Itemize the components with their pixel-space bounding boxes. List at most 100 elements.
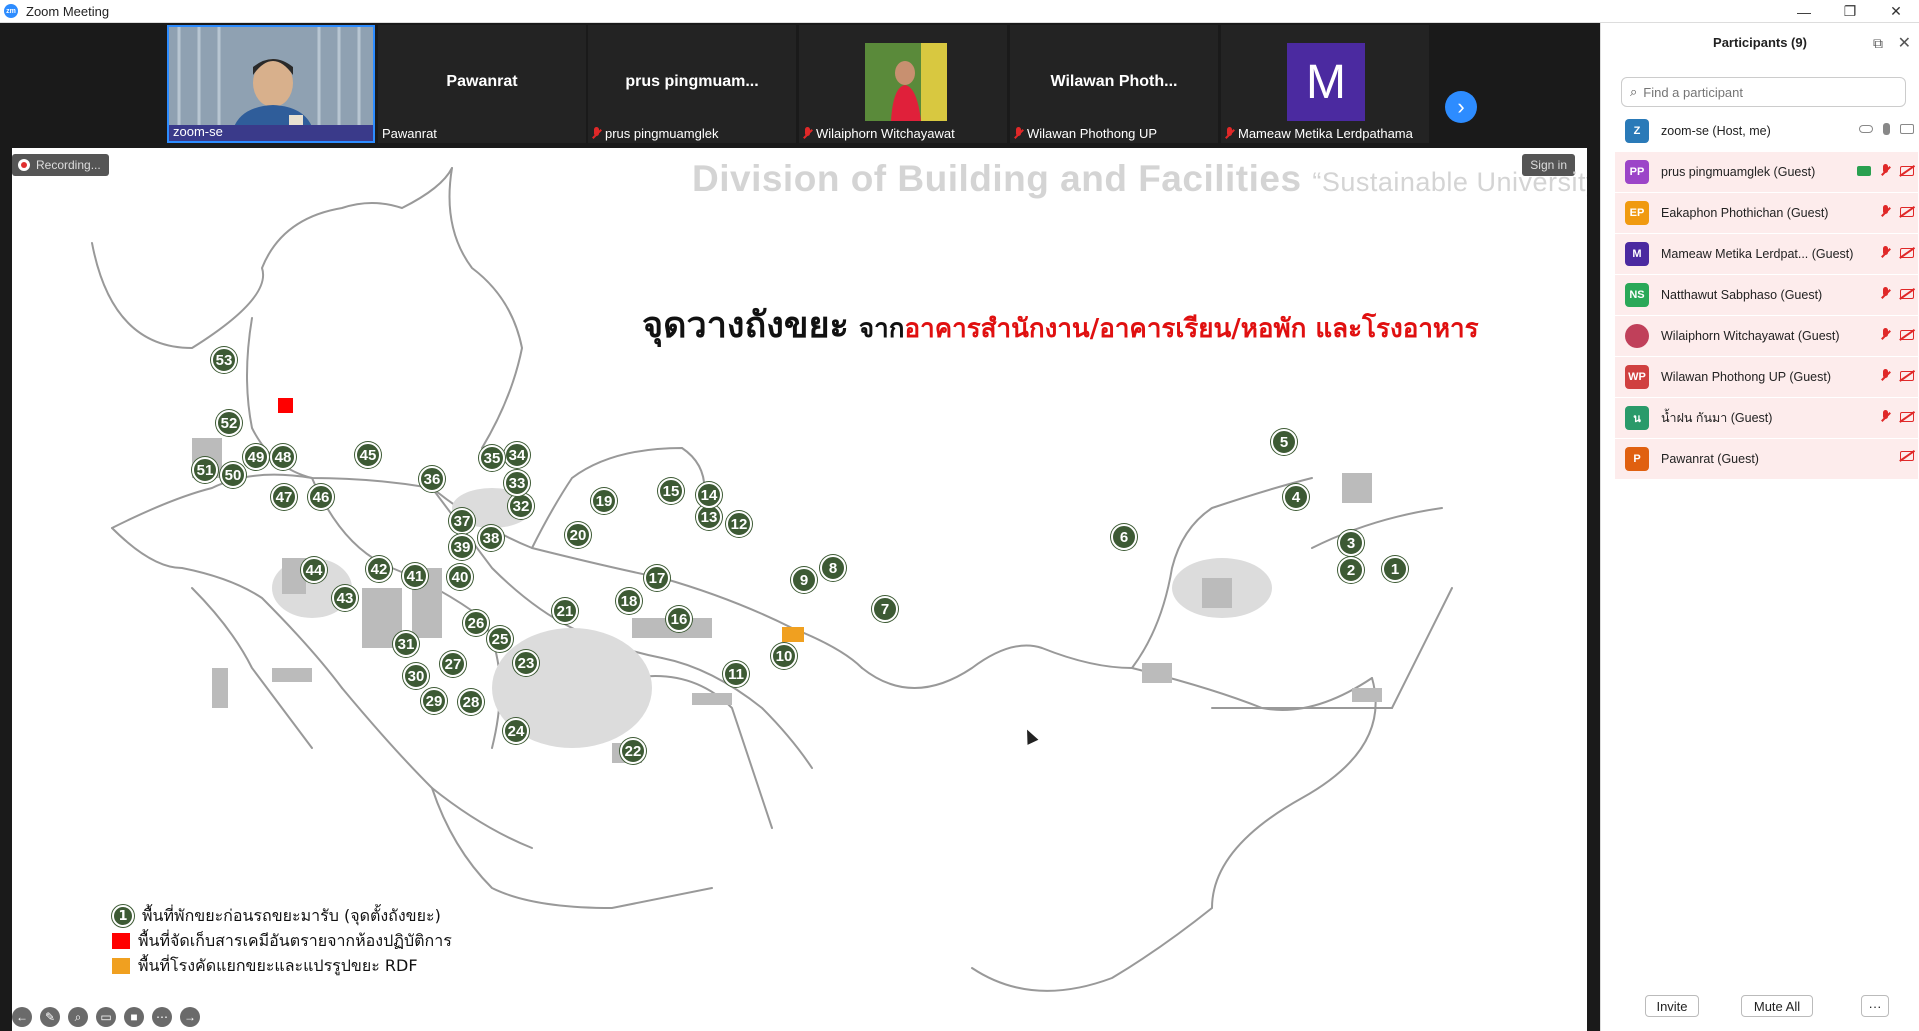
participants-panel: Participants (9) ⧉ ✕ ⌕ Z zoom-se (Host, … <box>1600 23 1919 1031</box>
tile-label: zoom-se <box>173 124 223 139</box>
restore-button[interactable]: ❐ <box>1827 0 1873 23</box>
mic-icon[interactable] <box>1883 123 1890 135</box>
record-icon <box>18 159 30 171</box>
search-icon: ⌕ <box>1630 84 1638 99</box>
hazard-swatch <box>112 933 130 949</box>
avatar: EP <box>1625 201 1649 225</box>
forward-arrow-icon[interactable]: → <box>180 1007 200 1027</box>
bin-marker: 18 <box>616 588 642 614</box>
next-page-button[interactable]: › <box>1445 91 1477 123</box>
muted-mic-icon[interactable] <box>1881 410 1890 423</box>
bin-marker: 23 <box>513 650 539 676</box>
tile-name: Wilawan Photh... <box>1050 73 1178 90</box>
back-arrow-icon[interactable]: ← <box>12 1007 32 1027</box>
annotation-toolbar: ← ✎ ⌕ ▭ ■ ⋯ → <box>12 1007 200 1027</box>
bin-marker: 14 <box>696 482 722 508</box>
participant-name: น้ำฝน กันมา (Guest) <box>1661 411 1773 425</box>
tile-name: prus pingmuam... <box>625 73 759 90</box>
bin-marker: 52 <box>216 410 242 436</box>
bin-marker: 8 <box>820 555 846 581</box>
video-tile-zoom-se[interactable]: zoom-se <box>167 25 375 143</box>
bin-marker: 43 <box>332 585 358 611</box>
search-input[interactable] <box>1643 84 1894 100</box>
more-options-button[interactable]: ··· <box>1861 995 1889 1017</box>
bin-marker: 4 <box>1283 484 1309 510</box>
close-panel-icon[interactable]: ✕ <box>1898 33 1911 53</box>
close-window-button[interactable]: ✕ <box>1873 0 1919 23</box>
video-off-icon[interactable] <box>1900 451 1914 461</box>
video-tile-pawanrat[interactable]: Pawanrat Pawanrat <box>378 25 586 143</box>
participant-row[interactable]: M Mameaw Metika Lerdpat... (Guest) <box>1615 234 1918 274</box>
pen-icon[interactable]: ✎ <box>40 1007 60 1027</box>
invite-button[interactable]: Invite <box>1645 995 1699 1017</box>
video-off-icon[interactable] <box>1900 329 1914 340</box>
bin-marker: 27 <box>440 651 466 677</box>
search-box[interactable]: ⌕ <box>1621 77 1906 107</box>
bin-marker: 1 <box>1382 556 1408 582</box>
camera-icon[interactable] <box>1900 124 1914 134</box>
panel-title: Participants (9) <box>1713 35 1807 50</box>
bin-marker: 34 <box>504 442 530 468</box>
muted-mic-icon[interactable] <box>1881 369 1890 382</box>
bin-marker: 35 <box>479 445 505 471</box>
tile-name: Pawanrat <box>446 73 518 90</box>
shared-screen: Recording... Sign in Division of Buildin… <box>12 148 1587 1031</box>
cc-icon[interactable]: ▭ <box>96 1007 116 1027</box>
participant-row[interactable]: EP Eakaphon Phothichan (Guest) <box>1615 193 1918 233</box>
bin-marker: 31 <box>393 631 419 657</box>
bin-marker: 38 <box>478 525 504 551</box>
rdf-marker <box>782 627 804 642</box>
video-tile-wilawan[interactable]: Wilawan Photh... Wilawan Phothong UP <box>1010 25 1218 143</box>
minimize-button[interactable]: — <box>1781 0 1827 23</box>
video-off-icon[interactable] <box>1900 411 1914 422</box>
rdf-swatch <box>112 958 130 974</box>
participant-name: Eakaphon Phothichan (Guest) <box>1661 206 1829 220</box>
bin-marker: 15 <box>658 478 684 504</box>
bin-marker: 5 <box>1271 429 1297 455</box>
zoom-icon[interactable]: ⌕ <box>68 1007 88 1027</box>
video-off-icon[interactable] <box>1900 206 1914 217</box>
avatar: WP <box>1625 365 1649 389</box>
participant-name: Mameaw Metika Lerdpat... (Guest) <box>1661 247 1854 261</box>
video-off-icon[interactable] <box>1900 370 1914 381</box>
camera-icon[interactable]: ■ <box>124 1007 144 1027</box>
tile-label: Pawanrat <box>382 126 437 141</box>
avatar: M <box>1287 43 1365 121</box>
muted-mic-icon[interactable] <box>1881 164 1890 177</box>
bin-marker: 30 <box>403 663 429 689</box>
bin-marker: 49 <box>243 444 269 470</box>
window-titlebar: zm Zoom Meeting — ❐ ✕ <box>0 0 1919 23</box>
popout-icon[interactable]: ⧉ <box>1873 35 1883 52</box>
recording-indicator[interactable]: Recording... <box>12 154 109 176</box>
participant-row[interactable]: PP prus pingmuamglek (Guest) <box>1615 152 1918 192</box>
video-off-icon[interactable] <box>1900 247 1914 258</box>
bin-marker: 47 <box>271 484 297 510</box>
participant-row[interactable]: P Pawanrat (Guest) <box>1615 439 1918 479</box>
video-off-icon[interactable] <box>1900 165 1914 176</box>
muted-mic-icon[interactable] <box>1881 205 1890 218</box>
slide-heading: จุดวางถังขยะ จากอาคารสำนักงาน/อาคารเรียน/… <box>642 305 1479 346</box>
participant-row[interactable]: น น้ำฝน กันมา (Guest) <box>1615 398 1918 438</box>
bin-marker: 19 <box>591 488 617 514</box>
video-tile-prus[interactable]: prus pingmuam... prus pingmuamglek <box>588 25 796 143</box>
tile-label: Mameaw Metika Lerdpathama <box>1225 126 1413 141</box>
window-title: Zoom Meeting <box>26 3 110 19</box>
muted-mic-icon[interactable] <box>1881 287 1890 300</box>
participant-row[interactable]: Wilaiphorn Witchayawat (Guest) <box>1615 316 1918 356</box>
bin-marker: 50 <box>220 462 246 488</box>
video-off-icon[interactable] <box>1900 288 1914 299</box>
participant-row[interactable]: WP Wilawan Phothong UP (Guest) <box>1615 357 1918 397</box>
bin-marker: 53 <box>211 347 237 373</box>
avatar: P <box>1625 447 1649 471</box>
mute-all-button[interactable]: Mute All <box>1741 995 1813 1017</box>
muted-mic-icon[interactable] <box>1881 246 1890 259</box>
video-tile-mameaw[interactable]: M Mameaw Metika Lerdpathama <box>1221 25 1429 143</box>
more-icon[interactable]: ⋯ <box>152 1007 172 1027</box>
participant-row[interactable]: Z zoom-se (Host, me) <box>1615 111 1918 151</box>
video-tile-wilaiphorn[interactable]: Wilaiphorn Witchayawat <box>799 25 1007 143</box>
bin-marker: 51 <box>192 457 218 483</box>
participant-row[interactable]: NS Natthawut Sabphaso (Guest) <box>1615 275 1918 315</box>
bin-marker: 2 <box>1338 557 1364 583</box>
bin-marker: 24 <box>503 718 529 744</box>
muted-mic-icon[interactable] <box>1881 328 1890 341</box>
